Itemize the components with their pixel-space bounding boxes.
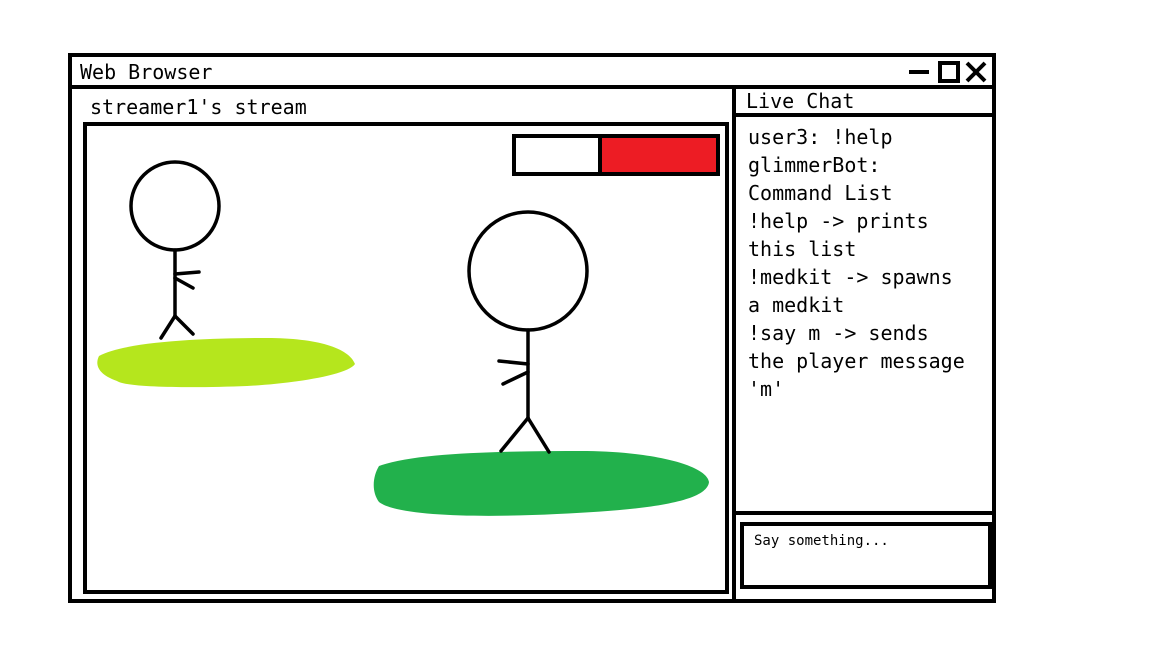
- dark-green-platform: [373, 451, 709, 516]
- chat-line: !medkit -> spawns: [748, 265, 953, 289]
- chat-header: Live Chat: [736, 89, 992, 117]
- stick-figure-small: [129, 160, 221, 340]
- minimize-icon[interactable]: [908, 61, 930, 83]
- title-bar: Web Browser: [72, 57, 992, 89]
- maximize-icon[interactable]: [938, 61, 960, 83]
- chat-line: !help -> prints: [748, 209, 929, 233]
- chat-line: Command List: [748, 181, 893, 205]
- stick-figure-large: [467, 210, 589, 454]
- window-title: Web Browser: [80, 60, 213, 84]
- chat-input[interactable]: Say something...: [740, 522, 992, 589]
- chat-line: user3: !help: [748, 125, 893, 149]
- chat-input-placeholder: Say something...: [754, 533, 889, 549]
- game-scene: [97, 160, 709, 516]
- chat-log: user3: !help glimmerBot: Command List !h…: [736, 117, 992, 515]
- chat-title: Live Chat: [746, 89, 855, 113]
- chat-line: the player message: [748, 349, 965, 373]
- stream-title: streamer1's stream: [90, 95, 307, 119]
- close-icon[interactable]: [965, 61, 987, 83]
- browser-window: Web Browser streamer1's stream Live Chat…: [68, 53, 996, 603]
- chat-line: !say m -> sends: [748, 321, 929, 345]
- chat-line: a medkit: [748, 293, 845, 317]
- stream-video[interactable]: [83, 122, 729, 594]
- chat-line: glimmerBot:: [748, 153, 881, 177]
- stream-panel: streamer1's stream: [72, 89, 736, 599]
- chat-line: 'm': [748, 377, 785, 401]
- light-green-platform: [97, 338, 356, 388]
- chat-line: this list: [748, 237, 857, 261]
- chat-panel: Live Chat user3: !help glimmerBot: Comma…: [736, 89, 992, 599]
